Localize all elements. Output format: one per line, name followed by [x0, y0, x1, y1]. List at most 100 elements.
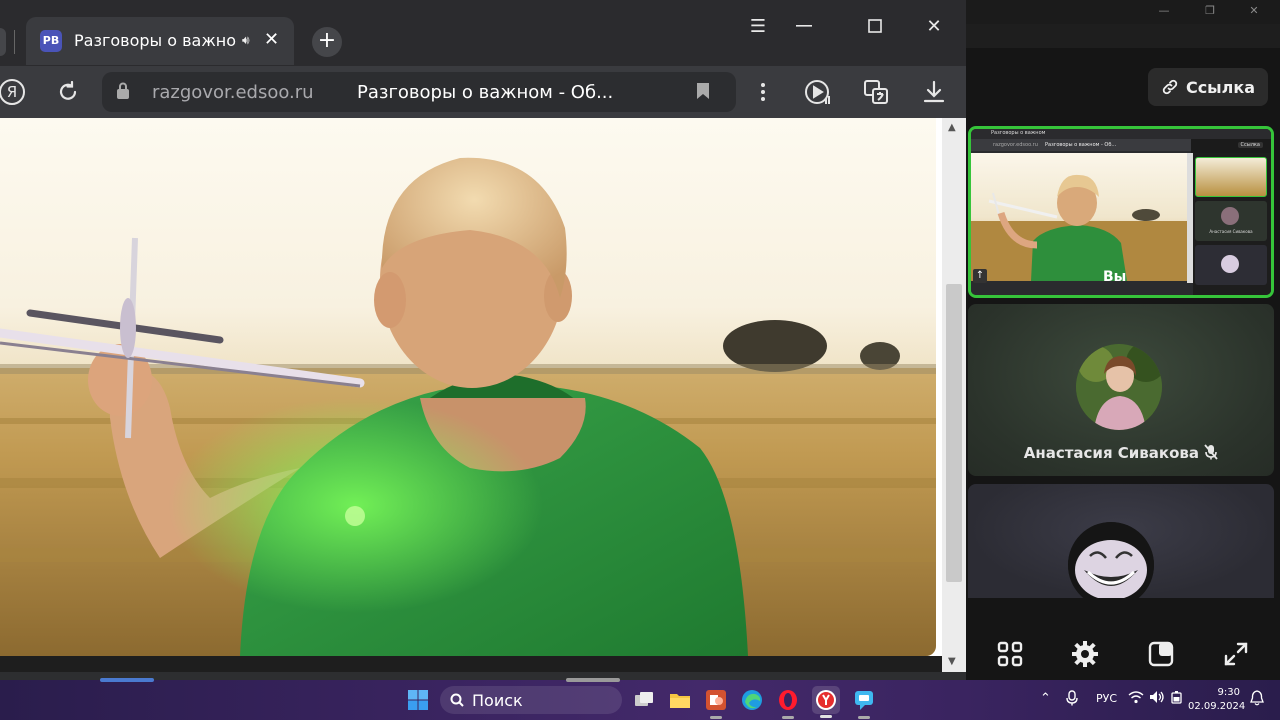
reload-icon[interactable] [54, 78, 82, 106]
settings-button[interactable] [1068, 637, 1102, 671]
download-icon[interactable] [920, 78, 948, 106]
running-indicator [858, 716, 870, 719]
scroll-thumb[interactable] [946, 284, 962, 582]
windows-taskbar: Поиск ⌃ РУС 9:30 02.09.2024 [0, 678, 1280, 720]
taskbar-peek-2 [566, 678, 620, 682]
tab-title: Разговоры о важном [74, 31, 236, 50]
yandex-browser-icon[interactable] [812, 686, 840, 718]
gear-icon [1072, 641, 1099, 667]
mini-page-title: Разговоры о важном - Об... [1045, 142, 1117, 148]
expand-icon [1225, 642, 1248, 666]
mini-self-tile [1195, 157, 1267, 197]
close-icon[interactable]: ✕ [1246, 4, 1262, 18]
fullscreen-button[interactable] [1219, 637, 1253, 671]
tab-razgovory[interactable]: РВ Разговоры о важном 🔊︎ ✕ [26, 17, 294, 65]
notification-bell-icon[interactable] [1250, 690, 1264, 709]
mini-participant-tile: Анастасия Сивакова [1195, 201, 1267, 241]
edge-icon[interactable] [740, 688, 764, 712]
browser-window: РВ Разговоры о важном 🔊︎ ✕ + ☰ ✕ Я razgo… [0, 0, 966, 680]
tray-overflow-icon[interactable]: ⌃ [1040, 691, 1051, 706]
troll-face-avatar [1068, 522, 1154, 598]
mini-domain: razgovor.edsoo.ru [993, 142, 1038, 148]
mini-preview: Разговоры о важном razgovor.edsoo.ru Раз… [971, 129, 1271, 295]
tab-close-icon[interactable]: ✕ [264, 29, 279, 50]
minimize-icon[interactable] [792, 14, 816, 38]
self-video-tile[interactable]: Разговоры о важном razgovor.edsoo.ru Раз… [968, 126, 1274, 298]
translate-icon[interactable] [862, 78, 890, 106]
grid-icon [997, 641, 1022, 667]
windows-logo-icon [408, 690, 428, 710]
participant-avatar [1076, 344, 1162, 430]
new-tab-button[interactable]: + [312, 27, 342, 57]
task-view-icon[interactable] [632, 688, 656, 712]
clock[interactable]: 9:30 02.09.2024 [1188, 686, 1246, 714]
page-content [0, 118, 942, 658]
file-explorer-icon[interactable] [668, 688, 692, 712]
start-button[interactable] [406, 688, 430, 712]
lock-icon[interactable] [116, 82, 130, 104]
mini-video-frame [971, 153, 1187, 281]
language-indicator[interactable]: РУС [1096, 692, 1117, 705]
maximize-icon[interactable] [863, 14, 887, 38]
favicon: РВ [40, 30, 62, 52]
telemost-icon[interactable] [852, 688, 876, 719]
clock-date: 02.09.2024 [1188, 701, 1246, 712]
opera-icon[interactable] [776, 688, 800, 719]
participant-tile-troll[interactable] [968, 484, 1274, 598]
page-bottom-area [0, 656, 942, 672]
share-arrow-icon[interactable]: ↑ [973, 269, 987, 283]
mini-tab-title: Разговоры о важном [991, 130, 1046, 136]
previous-tab-stub[interactable] [0, 28, 6, 56]
participant-name-row: Анастасия Сивакова [968, 444, 1274, 462]
address-page-title: Разговоры о важном - Об... [357, 82, 614, 103]
volume-icon[interactable] [1149, 690, 1165, 707]
call-controls [966, 628, 1280, 680]
yandex-logo-icon[interactable]: Я [0, 78, 26, 106]
bookmark-icon[interactable] [696, 82, 710, 104]
speaker-icon[interactable]: 🔊︎ [242, 33, 250, 48]
tab-strip: РВ Разговоры о важном 🔊︎ ✕ + ☰ ✕ [0, 0, 966, 66]
wifi-icon[interactable] [1128, 690, 1144, 707]
tab-separator [14, 30, 15, 54]
participant-name: Анастасия Сивакова [1023, 444, 1200, 462]
video-player[interactable] [0, 118, 936, 656]
running-indicator [820, 715, 832, 718]
call-subbar [966, 24, 1280, 48]
link-icon [1162, 79, 1178, 95]
search-placeholder: Поиск [472, 690, 523, 710]
mini-troll-tile [1195, 245, 1267, 285]
grid-layout-button[interactable] [993, 637, 1027, 671]
call-titlebar: — ❐ ✕ [966, 0, 1280, 24]
search-icon [450, 693, 464, 707]
video-call-window: — ❐ ✕ Ссылка Разговоры о важном razgovor… [966, 0, 1280, 680]
window-close-icon[interactable]: ✕ [922, 14, 946, 38]
running-indicator [710, 716, 722, 719]
pip-icon [1148, 641, 1173, 667]
minimize-icon[interactable]: — [1156, 4, 1172, 18]
mini-link-button: Ссылка [1237, 142, 1263, 148]
taskbar-search[interactable]: Поиск [440, 686, 622, 714]
video-frame-boy-with-plane [0, 118, 936, 656]
picture-in-picture-button[interactable] [1144, 637, 1178, 671]
navigation-bar: Я razgovor.edsoo.ru Разговоры о важном -… [0, 66, 966, 118]
mic-muted-icon [1204, 444, 1218, 460]
address-bar[interactable]: razgovor.edsoo.ru Разговоры о важном - О… [102, 72, 736, 112]
scroll-up-icon[interactable]: ▲ [948, 122, 956, 133]
clock-time: 9:30 [1217, 687, 1240, 698]
mini-self-label: Вы [1103, 269, 1127, 285]
more-options-icon[interactable] [749, 78, 777, 106]
copy-link-button[interactable]: Ссылка [1148, 68, 1268, 106]
restore-icon[interactable]: ❐ [1202, 4, 1218, 18]
battery-icon[interactable] [1170, 690, 1184, 707]
address-domain: razgovor.edsoo.ru [152, 82, 314, 103]
scroll-down-icon[interactable]: ▼ [948, 656, 956, 667]
media-play-icon[interactable] [804, 78, 832, 106]
mini-participant-name: Анастасия Сивакова [1209, 229, 1253, 234]
browser-menu-icon[interactable]: ☰ [746, 14, 770, 38]
microphone-icon[interactable] [1066, 690, 1078, 709]
powerpoint-icon[interactable] [704, 688, 728, 719]
taskbar-peek [100, 678, 154, 682]
page-scrollbar[interactable]: ▲ ▼ [942, 118, 966, 672]
participant-tile[interactable]: Анастасия Сивакова [968, 304, 1274, 476]
yandex-logo-letter: Я [0, 79, 25, 105]
